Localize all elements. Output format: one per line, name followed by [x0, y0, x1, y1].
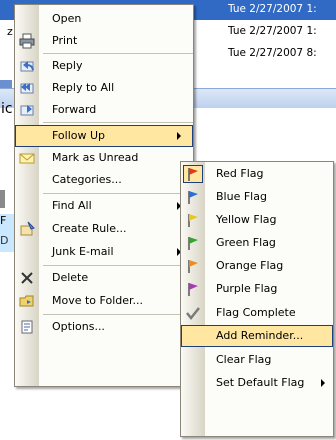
submenu-item-label: Set Default Flag: [216, 376, 305, 389]
submenu-item-green-flag[interactable]: Green Flag: [181, 232, 333, 254]
yellow-flag-icon: [188, 214, 198, 227]
green-flag-icon: [188, 237, 198, 250]
submenu-item-yellow-flag[interactable]: Yellow Flag: [181, 209, 333, 231]
menu-item-label: Options...: [52, 320, 105, 333]
menu-separator: [43, 53, 193, 54]
context-menu: Open Print Reply Reply to All Forward Fo…: [14, 4, 194, 387]
follow-up-submenu: Red Flag Blue Flag Yellow Flag Green Fla…: [180, 161, 334, 437]
menu-item-label: Reply: [52, 59, 83, 72]
forward-icon: [20, 105, 34, 116]
menu-item-label: Print: [52, 34, 78, 47]
menu-item-label: Delete: [52, 271, 89, 284]
follow-up-banner-text: F: [0, 214, 7, 227]
menu-item-open[interactable]: Open: [15, 8, 193, 30]
envelope-icon: [19, 153, 35, 164]
orange-flag-icon: [188, 260, 198, 273]
submenu-item-flag-complete[interactable]: Flag Complete: [181, 302, 333, 324]
submenu-item-label: Yellow Flag: [216, 213, 277, 226]
submenu-arrow-icon: [177, 132, 181, 140]
submenu-item-label: Orange Flag: [216, 259, 284, 272]
menu-separator: [43, 193, 193, 194]
submenu-item-label: Blue Flag: [216, 190, 267, 203]
menu-item-label: Junk E-mail: [52, 245, 114, 258]
rule-icon: [20, 221, 35, 236]
red-flag-icon: [188, 168, 198, 181]
submenu-item-label: Purple Flag: [216, 282, 278, 295]
delete-x-icon: [21, 272, 33, 284]
submenu-item-label: Clear Flag: [216, 353, 272, 366]
reply-all-icon: [20, 83, 34, 94]
submenu-item-blue-flag[interactable]: Blue Flag: [181, 186, 333, 208]
message-date: Tue 2/27/2007 1:: [228, 3, 317, 15]
window-edge-bar: [0, 80, 12, 88]
menu-item-create-rule[interactable]: Create Rule...: [15, 218, 193, 240]
menu-item-label: Categories...: [52, 173, 122, 186]
purple-flag-icon: [188, 283, 198, 296]
menu-separator: [43, 314, 193, 315]
menu-item-options[interactable]: Options...: [15, 316, 193, 338]
menu-item-label: Create Rule...: [52, 222, 127, 235]
menu-item-categories[interactable]: Categories...: [15, 169, 193, 191]
menu-item-move-to-folder[interactable]: Move to Folder...: [15, 290, 193, 312]
menu-item-label: Follow Up: [52, 129, 106, 142]
follow-up-banner: F D: [0, 214, 14, 252]
submenu-item-purple-flag[interactable]: Purple Flag: [181, 278, 333, 300]
menu-item-label: Find All: [52, 199, 92, 212]
message-date: Tue 2/27/2007 8:: [228, 47, 317, 59]
menu-item-mark-as-unread[interactable]: Mark as Unread: [15, 147, 193, 169]
message-date: Tue 2/27/2007 1:: [228, 25, 317, 37]
submenu-item-label: Add Reminder...: [216, 329, 304, 342]
menu-item-label: Move to Folder...: [52, 294, 144, 307]
menu-item-label: Mark as Unread: [52, 151, 139, 164]
menu-item-reply-to-all[interactable]: Reply to All: [15, 77, 193, 99]
menu-item-label: Open: [52, 12, 82, 25]
pane-text-fragment: ic: [1, 101, 13, 117]
menu-item-print[interactable]: Print: [15, 30, 193, 52]
submenu-item-set-default-flag[interactable]: Set Default Flag: [181, 372, 333, 394]
submenu-item-label: Red Flag: [216, 167, 264, 180]
menu-item-follow-up[interactable]: Follow Up: [15, 125, 193, 147]
submenu-item-label: Green Flag: [216, 236, 276, 249]
menu-item-junk-e-mail[interactable]: Junk E-mail: [15, 241, 193, 263]
submenu-item-add-reminder[interactable]: Add Reminder...: [181, 325, 333, 347]
menu-item-label: Reply to All: [52, 81, 115, 94]
message-subject-fragment: z: [7, 25, 13, 38]
menu-item-label: Forward: [52, 103, 97, 116]
submenu-item-label: Flag Complete: [216, 306, 296, 319]
blue-flag-icon: [188, 191, 198, 204]
submenu-item-clear-flag[interactable]: Clear Flag: [181, 349, 333, 371]
menu-item-delete[interactable]: Delete: [15, 267, 193, 289]
menu-item-find-all[interactable]: Find All: [15, 195, 193, 217]
submenu-item-orange-flag[interactable]: Orange Flag: [181, 255, 333, 277]
follow-up-banner-subtext: D: [0, 234, 9, 247]
reply-icon: [20, 61, 34, 72]
menu-separator: [43, 265, 193, 266]
pane-grey-block: [0, 190, 5, 208]
menu-separator: [43, 122, 193, 123]
submenu-arrow-icon: [321, 379, 325, 387]
options-icon: [21, 320, 33, 334]
menu-item-reply[interactable]: Reply: [15, 55, 193, 77]
submenu-item-red-flag[interactable]: Red Flag: [181, 163, 333, 185]
printer-icon: [19, 33, 35, 49]
checkmark-icon: [186, 307, 200, 321]
move-folder-icon: [19, 295, 34, 307]
menu-item-forward[interactable]: Forward: [15, 99, 193, 121]
